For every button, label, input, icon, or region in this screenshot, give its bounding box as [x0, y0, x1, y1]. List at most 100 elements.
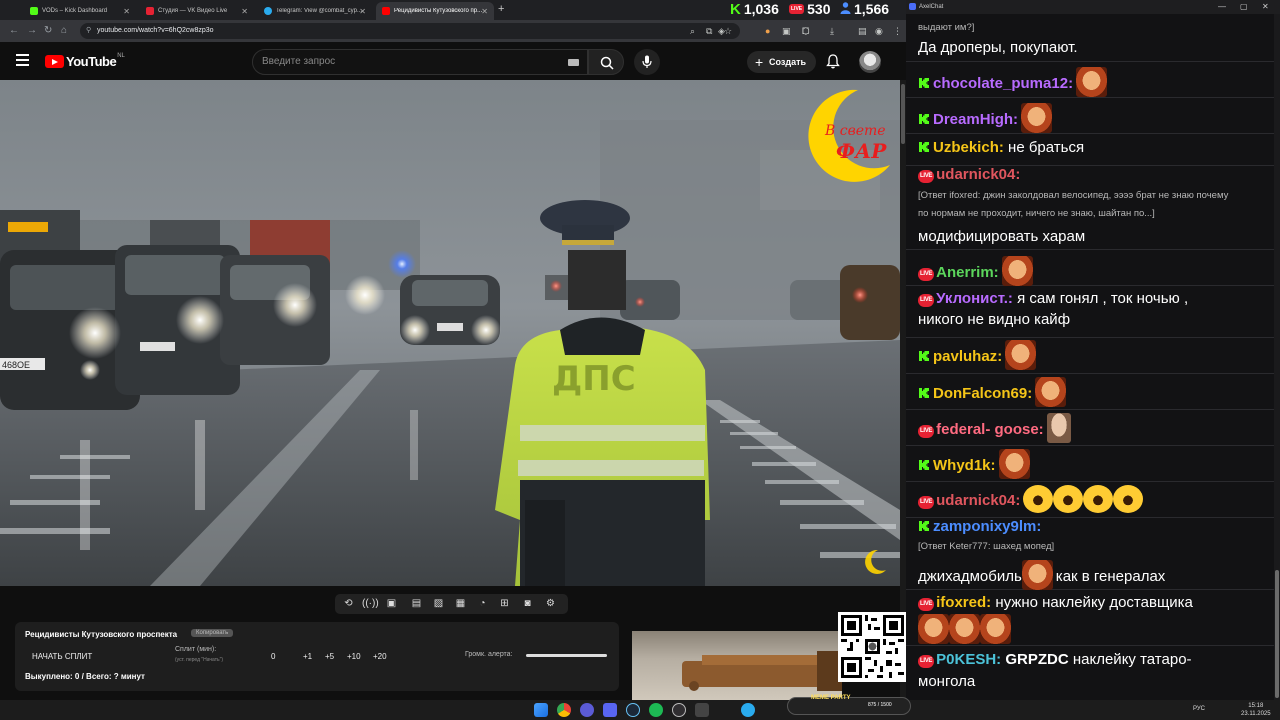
zoom-icon[interactable]: ⌕	[690, 25, 695, 37]
message-line: LIVE udarnick04:	[918, 485, 1144, 515]
tab-telegram[interactable]: Telegram: View @combat_cyp... ✕	[258, 2, 372, 20]
browser-menu-icon[interactable]: ⋮	[893, 25, 902, 37]
chat-username[interactable]: Уклонист.	[936, 290, 1008, 307]
download-icon[interactable]: ⤓	[830, 25, 834, 37]
split-control-panel: Рецидивисты Кутузовского проспекта Копир…	[15, 622, 619, 691]
add-frame-icon[interactable]: ⊞	[498, 598, 511, 610]
search-input[interactable]: Введите запрос	[252, 49, 588, 75]
forward-icon[interactable]: →	[27, 25, 37, 37]
vk-live-platform-icon: LIVE	[918, 267, 935, 281]
tab-vk-studio[interactable]: Студия — VK Видео Live ✕	[140, 2, 254, 20]
close-tab-icon[interactable]: ✕	[123, 7, 130, 16]
chat-scrollbar-thumb[interactable]	[1275, 570, 1279, 698]
sidebar-icon[interactable]: ▤	[858, 25, 867, 37]
close-tab-icon[interactable]: ✕	[481, 7, 488, 16]
chat-message: выдают им?] Да дроперы, покупают.	[906, 14, 1274, 62]
message-text-after: как в генералах	[1055, 567, 1166, 585]
scrollbar-thumb[interactable]	[901, 84, 905, 144]
maximize-icon[interactable]: ▢	[1240, 0, 1248, 14]
vk-live-platform-icon: LIVE	[918, 424, 935, 438]
chat-message-list[interactable]: выдают им?] Да дроперы, покупают. chocol…	[906, 14, 1274, 700]
search-button[interactable]	[588, 49, 624, 75]
close-tab-icon[interactable]: ✕	[359, 7, 366, 16]
system-clock[interactable]: 15:18 23.11.2025	[1241, 702, 1271, 718]
close-window-icon[interactable]: ✕	[1262, 0, 1269, 14]
copy-button[interactable]: Копировать	[191, 629, 234, 637]
chat-username[interactable]: pavluhaz	[933, 348, 997, 365]
chat-username[interactable]: zamponixy9lm	[933, 518, 1036, 535]
youtube-favicon-icon	[382, 7, 390, 15]
broadcast-icon[interactable]: ((·))	[362, 598, 379, 610]
windows-taskbar: РУС 15:18 23.11.2025	[0, 700, 1280, 720]
screenshot-icon[interactable]: ▣	[385, 598, 398, 610]
url-field[interactable]: ⚲ youtube.com/watch?v=6hQ2cw8zp3o	[80, 23, 740, 39]
app-icon[interactable]	[695, 703, 709, 717]
steam-icon[interactable]	[626, 703, 640, 717]
extension-toolbar: ⟲ ((·)) ▣ ▤ ▨ ▦ ◔ ⊞ ◙ ⚙	[335, 594, 568, 614]
back-icon[interactable]: ←	[9, 25, 19, 37]
message-text-cont: никого не видно кайф	[918, 311, 1071, 328]
message-line: джихадмобиль как в генералах	[918, 560, 1166, 592]
account-avatar[interactable]	[859, 51, 881, 73]
chat-username[interactable]: Uzbekich	[933, 139, 999, 156]
extension-orange-icon[interactable]: ●	[765, 25, 770, 37]
chat-username[interactable]: DreamHigh	[933, 111, 1013, 128]
site-info-icon[interactable]: ⚲	[86, 23, 91, 39]
meme-party-logo: MEME PARTY	[811, 695, 851, 701]
install-icon[interactable]: ⧉	[706, 25, 712, 37]
chat-username[interactable]: udarnick04	[936, 492, 1015, 509]
alert-volume-slider[interactable]	[526, 654, 607, 657]
video-frame-image: 468ОЕ ДПС В свете ФАР	[0, 80, 900, 586]
clapperboard-icon[interactable]: ▤	[410, 598, 423, 610]
start-menu-icon[interactable]	[534, 703, 548, 717]
start-split-button[interactable]: НАЧАТЬ СПЛИТ	[32, 652, 92, 661]
home-icon[interactable]: ⌂	[61, 25, 67, 37]
bookmark-star-icon[interactable]: ☆	[724, 25, 732, 37]
profile-icon[interactable]: ◉	[875, 25, 883, 37]
new-tab-icon[interactable]: +	[498, 3, 504, 15]
minimize-icon[interactable]: —	[1218, 0, 1226, 14]
chat-message: Whyd1k:	[906, 446, 1274, 482]
keyboard-icon[interactable]	[568, 59, 579, 66]
telegram-taskbar-icon[interactable]	[741, 703, 755, 717]
voice-search-button[interactable]	[634, 49, 660, 75]
chat-username[interactable]: chocolate_puma12	[933, 75, 1068, 92]
hamburger-menu-icon[interactable]	[16, 54, 29, 66]
close-tab-icon[interactable]: ✕	[241, 7, 248, 16]
chat-username[interactable]: udarnick04	[936, 166, 1015, 183]
loop-icon[interactable]: ⟲	[342, 598, 355, 610]
chat-titlebar: AxelChat — ▢ ✕	[906, 0, 1280, 14]
chat-username[interactable]: federal- goose	[936, 421, 1039, 438]
browser-icon[interactable]	[580, 703, 594, 717]
vk-live-platform-icon: LIVE	[918, 598, 935, 611]
spotify-icon[interactable]	[649, 703, 663, 717]
settings-gear-icon[interactable]: ⚙	[544, 598, 557, 610]
film-strip-icon[interactable]: ▦	[454, 598, 467, 610]
chat-scrollbar[interactable]	[1274, 14, 1280, 700]
youtube-logo[interactable]: YouTube NL	[45, 53, 125, 69]
chat-username[interactable]: Anerrim	[936, 264, 994, 281]
keyboard-language[interactable]: РУС	[1193, 706, 1205, 712]
create-button[interactable]: + Создать	[747, 51, 816, 73]
reload-icon[interactable]: ↻	[44, 25, 52, 37]
obs-icon[interactable]	[672, 703, 686, 717]
chat-username[interactable]: DonFalcon69	[933, 385, 1027, 402]
increment-20-button[interactable]: +20	[373, 652, 387, 661]
chat-username[interactable]: ifoxred	[936, 594, 986, 611]
discord-icon[interactable]	[603, 703, 617, 717]
tab-youtube-video[interactable]: Рецидивисты Кутузовского пр... ✕	[376, 2, 494, 20]
notifications-bell-icon[interactable]	[826, 54, 840, 74]
increment-1-button[interactable]: +1	[303, 652, 312, 661]
speed-gauge-icon[interactable]: ◔	[476, 598, 489, 610]
chat-username[interactable]: P0KESH	[936, 651, 996, 668]
increment-5-button[interactable]: +5	[325, 652, 334, 661]
tab-kick-dashboard[interactable]: VODs – Kick Dashboard ✕	[24, 2, 136, 20]
picture-icon[interactable]: ▨	[432, 598, 445, 610]
chat-username[interactable]: Whyd1k	[933, 457, 991, 474]
increment-10-button[interactable]: +10	[347, 652, 361, 661]
video-player[interactable]: 468ОЕ ДПС В свете ФАР	[0, 80, 900, 586]
camera-icon[interactable]: ◙	[521, 598, 534, 610]
puzzle-icon[interactable]: ⧠	[802, 25, 809, 37]
extension-icon[interactable]: ▣	[782, 25, 791, 37]
chrome-icon[interactable]	[557, 703, 571, 717]
